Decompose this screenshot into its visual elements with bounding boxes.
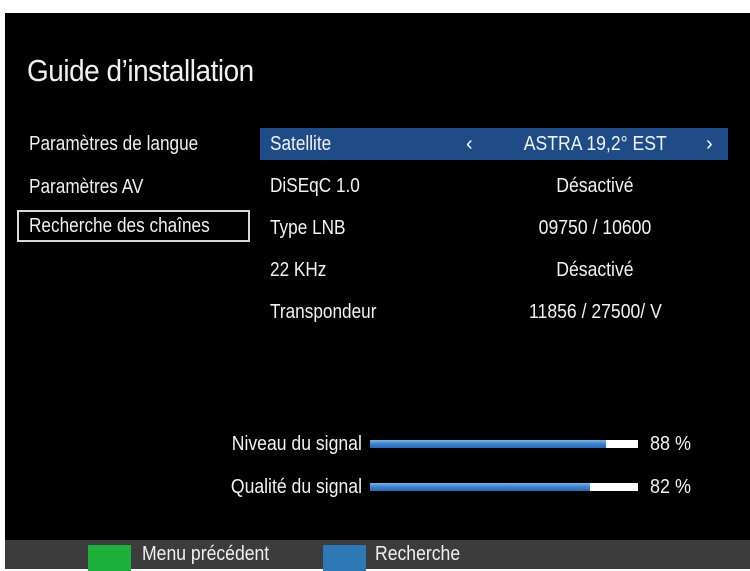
green-key-icon[interactable] — [88, 545, 131, 571]
signal-level: Niveau du signal 88 % — [5, 428, 750, 460]
signal-quality: Qualité du signal 82 % — [5, 471, 750, 503]
setting-label: Type LNB — [270, 217, 346, 239]
screen: Guide d’installation Paramètres de langu… — [0, 0, 750, 571]
green-key-label: Menu précédent — [142, 543, 270, 565]
sidebar-item-label: Paramètres de langue — [29, 133, 199, 155]
setting-label: Transpondeur — [270, 301, 377, 323]
blue-key-label: Recherche — [375, 543, 461, 565]
setting-row-22khz[interactable]: 22 KHz Désactivé — [260, 254, 728, 286]
signal-quality-bar — [370, 483, 638, 491]
signal-quality-percent: 82 % — [650, 476, 692, 498]
setting-row-satellite[interactable]: Satellite ‹ ASTRA 19,2° EST › — [260, 128, 728, 160]
signal-level-percent: 88 % — [650, 433, 692, 455]
signal-quality-label: Qualité du signal — [230, 476, 362, 498]
signal-level-bar — [370, 440, 638, 448]
tv-menu-panel: Guide d’installation Paramètres de langu… — [5, 13, 750, 571]
page-title: Guide d’installation — [27, 53, 254, 88]
sidebar-item-av[interactable]: Paramètres AV — [17, 171, 162, 203]
chevron-right-icon[interactable]: › — [706, 128, 713, 160]
setting-row-diseqc[interactable]: DiSEqC 1.0 Désactivé — [260, 170, 728, 202]
setting-label: Satellite — [270, 133, 332, 155]
setting-row-transponder[interactable]: Transpondeur 11856 / 27500/ V — [260, 296, 728, 328]
sidebar-item-label: Recherche des chaînes — [29, 215, 210, 237]
setting-value: Désactivé — [556, 259, 634, 281]
signal-quality-fill — [370, 483, 590, 491]
setting-value: 11856 / 27500/ V — [528, 301, 662, 323]
setting-value: Désactivé — [556, 175, 634, 197]
blue-key-icon[interactable] — [323, 545, 366, 571]
setting-label: DiSEqC 1.0 — [270, 175, 360, 197]
signal-level-fill — [370, 440, 606, 448]
setting-row-lnb-type[interactable]: Type LNB 09750 / 10600 — [260, 212, 728, 244]
sidebar-item-language[interactable]: Paramètres de langue — [17, 128, 226, 160]
sidebar-item-channel-search[interactable]: Recherche des chaînes — [17, 210, 250, 242]
setting-label: 22 KHz — [270, 259, 327, 281]
signal-level-label: Niveau du signal — [231, 433, 362, 455]
setting-value: 09750 / 10600 — [538, 217, 652, 239]
sidebar-item-label: Paramètres AV — [29, 176, 144, 198]
footer-bar: Menu précédent Recherche — [5, 540, 750, 571]
setting-value: ASTRA 19,2° EST — [523, 133, 667, 155]
